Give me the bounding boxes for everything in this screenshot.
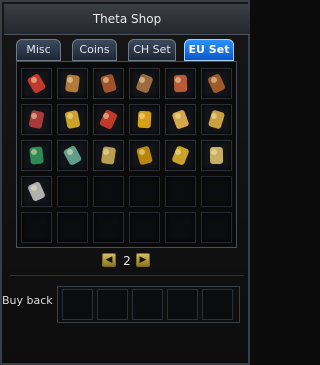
item-slot[interactable]: [21, 68, 52, 99]
page-number: 2: [123, 254, 131, 268]
buyback-slot[interactable]: [97, 289, 128, 320]
spear-item-icon: [29, 146, 44, 165]
item-slot[interactable]: [21, 104, 52, 135]
gloves-item-icon: [208, 74, 225, 93]
necklace-item-icon: [137, 110, 152, 129]
divider: [10, 275, 244, 276]
tab-misc[interactable]: Misc: [16, 39, 61, 61]
leg-guard-item-icon: [100, 74, 117, 93]
armor-vest-item-icon: [65, 74, 80, 93]
empty-slot[interactable]: [201, 212, 232, 243]
item-grid: [16, 61, 237, 248]
empty-slot[interactable]: [57, 212, 88, 243]
buyback-slot[interactable]: [132, 289, 163, 320]
buyback-label: Buy back: [2, 294, 53, 307]
tab-ch-set[interactable]: CH Set: [128, 39, 176, 61]
item-slot[interactable]: [93, 68, 124, 99]
empty-slot[interactable]: [129, 176, 160, 207]
tab-eu-set[interactable]: EU Set: [184, 39, 234, 61]
buyback-slot[interactable]: [167, 289, 198, 320]
item-slot[interactable]: [93, 104, 124, 135]
shop-window: Theta Shop Misc Coins CH Set EU Set ◀ 2 …: [0, 0, 250, 365]
empty-slot[interactable]: [165, 176, 196, 207]
item-slot[interactable]: [57, 68, 88, 99]
item-slot[interactable]: [165, 68, 196, 99]
staff-item-icon: [136, 146, 153, 165]
prev-page-button[interactable]: ◀: [102, 253, 116, 267]
tab-coins[interactable]: Coins: [72, 39, 117, 61]
item-slot[interactable]: [129, 104, 160, 135]
greaves-item-icon: [136, 74, 153, 93]
buyback-slot[interactable]: [202, 289, 233, 320]
item-slot[interactable]: [21, 176, 52, 207]
axe-item-icon: [101, 146, 116, 165]
buyback-slot[interactable]: [62, 289, 93, 320]
window-title: Theta Shop: [92, 12, 162, 26]
item-slot[interactable]: [57, 104, 88, 135]
empty-slot[interactable]: [21, 212, 52, 243]
item-slot[interactable]: [165, 140, 196, 171]
empty-slot[interactable]: [129, 212, 160, 243]
item-slot[interactable]: [93, 140, 124, 171]
item-slot[interactable]: [129, 68, 160, 99]
triangle-right-icon: ▶: [139, 255, 147, 265]
empty-slot[interactable]: [165, 212, 196, 243]
item-slot[interactable]: [201, 140, 232, 171]
next-page-button[interactable]: ▶: [136, 253, 150, 267]
cloak-item-icon: [28, 110, 45, 129]
boots-item-icon: [173, 74, 188, 93]
empty-slot[interactable]: [93, 212, 124, 243]
crossbow-item-icon: [63, 145, 82, 166]
item-slot[interactable]: [165, 104, 196, 135]
title-bar[interactable]: Theta Shop: [4, 4, 250, 35]
item-slot[interactable]: [201, 104, 232, 135]
dagger-item-icon: [209, 146, 224, 165]
gauntlet-item-icon: [27, 73, 46, 94]
earring-item-icon: [99, 110, 118, 129]
claw-item-icon: [28, 182, 45, 201]
empty-slot[interactable]: [93, 176, 124, 207]
empty-slot[interactable]: [201, 176, 232, 207]
ring-item-icon: [65, 110, 80, 129]
item-slot[interactable]: [57, 140, 88, 171]
item-slot[interactable]: [129, 140, 160, 171]
item-slot[interactable]: [201, 68, 232, 99]
harp-item-icon: [172, 146, 189, 165]
empty-slot[interactable]: [57, 176, 88, 207]
sword-item-icon: [172, 110, 189, 129]
item-slot[interactable]: [21, 140, 52, 171]
triangle-left-icon: ◀: [105, 255, 113, 265]
blade-item-icon: [208, 110, 225, 129]
